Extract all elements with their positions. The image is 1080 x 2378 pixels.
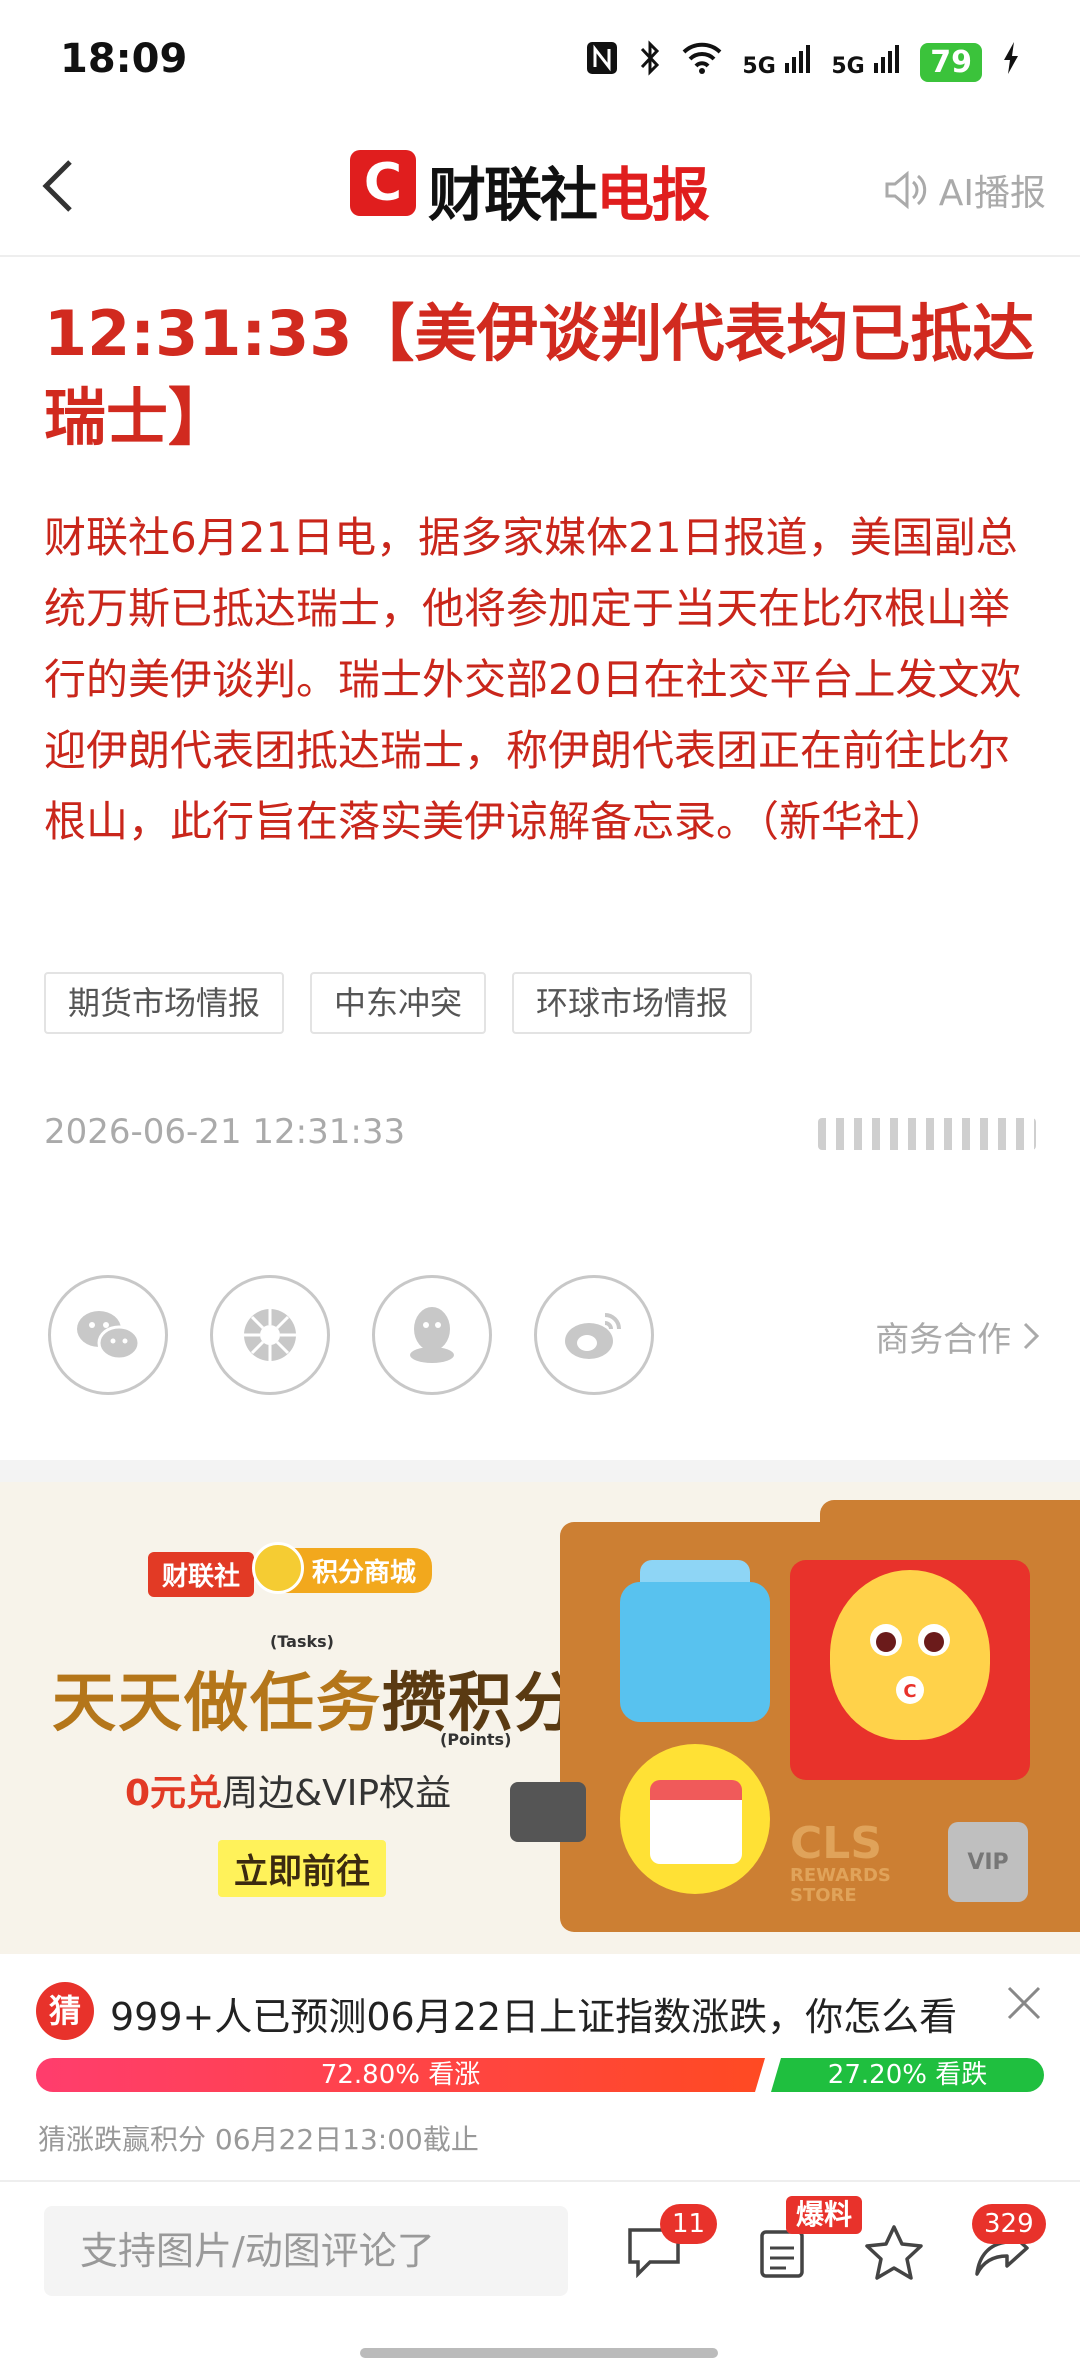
share-row: [48, 1275, 654, 1395]
share-qq-button[interactable]: [372, 1275, 492, 1395]
share-count-badge: 329: [972, 2204, 1046, 2244]
nfc-icon: [586, 41, 618, 83]
coin-icon: [252, 1542, 304, 1594]
ai-broadcast-button[interactable]: AI播报: [883, 164, 1046, 216]
close-icon: [1007, 1986, 1041, 2020]
banner-cta-button[interactable]: 立即前往: [218, 1840, 386, 1897]
tag-item[interactable]: 环球市场情报: [512, 972, 753, 1034]
status-icons: 5G 5G 79: [586, 40, 1020, 84]
banner-tasks-en: (Tasks): [270, 1632, 334, 1651]
rewards-store-text: REWARDS STORE: [790, 1865, 891, 1906]
tag-item[interactable]: 期货市场情报: [44, 972, 285, 1034]
read-count-placeholder: [818, 1118, 1036, 1150]
status-time: 18:09: [60, 36, 188, 82]
bluetooth-icon: [638, 40, 662, 84]
ai-broadcast-label: AI播报: [938, 173, 1046, 214]
share-wechat-button[interactable]: [48, 1275, 168, 1395]
home-indicator: [360, 2348, 718, 2358]
logo-mark: C: [350, 150, 416, 216]
guess-badge: 猜: [36, 1982, 94, 2040]
vote-down-bar[interactable]: 27.20% 看跌: [771, 2058, 1044, 2092]
share-moments-button[interactable]: [210, 1275, 330, 1395]
share-weibo-button[interactable]: [534, 1275, 654, 1395]
moments-icon: [244, 1309, 296, 1361]
banner-subtitle: 0元兑周边&VIP权益: [125, 1773, 452, 1814]
app-header: C 财联社电报 AI播报: [0, 120, 1080, 257]
article-datetime: 2026-06-21 12:31:33: [44, 1112, 406, 1152]
tag-item[interactable]: 中东冲突: [310, 972, 487, 1034]
prediction-question[interactable]: 999+人已预测06月22日上证指数涨跌，你怎么看: [110, 1986, 957, 2041]
comment-input[interactable]: 支持图片/动图评论了: [44, 2206, 568, 2296]
points-mall-banner[interactable]: 财联社 积分商城 (Tasks) 天天做任务攒积分 (Points) 0元兑周边…: [0, 1482, 1080, 1954]
battery-badge: 79: [920, 42, 982, 82]
section-divider: [0, 1460, 1080, 1482]
charging-icon: [1002, 42, 1020, 82]
tag-list: 期货市场情报 中东冲突 环球市场情报: [44, 972, 753, 1034]
signal-icon: 5G: [742, 43, 811, 81]
binder-clip-icon: [510, 1782, 586, 1842]
close-button[interactable]: [1006, 1978, 1042, 2032]
calendar-icon: [650, 1780, 742, 1864]
weibo-icon: [565, 1313, 621, 1359]
gift-bag-icon: [620, 1582, 770, 1722]
cat-badge-text: C: [903, 1681, 916, 1702]
cat-mascot-icon: C: [830, 1570, 990, 1740]
bottom-bar: 支持图片/动图评论了 11 爆料 329: [0, 2180, 1080, 2378]
cls-logo-text: CLS: [790, 1818, 883, 1869]
vip-badge: VIP: [948, 1822, 1028, 1902]
wifi-icon: [682, 42, 722, 82]
vote-up-bar[interactable]: 72.80% 看涨: [36, 2058, 765, 2092]
logo-text: 财联社电报: [428, 161, 710, 229]
chevron-right-icon: [1023, 1322, 1040, 1350]
back-button[interactable]: [40, 158, 74, 224]
favorite-button[interactable]: [864, 2222, 924, 2282]
speaker-icon: [885, 170, 926, 210]
signal-icon-2: 5G: [831, 43, 900, 81]
banner-brand-label: 财联社: [148, 1552, 255, 1597]
qq-icon: [410, 1307, 454, 1363]
comment-count-badge: 11: [660, 2204, 718, 2244]
wechat-icon: [77, 1311, 141, 1361]
star-icon: [865, 2225, 923, 2280]
article-body: 财联社6月21日电，据多家媒体21日报道，美国副总统万斯已抵达瑞士，他将参加定于…: [44, 513, 1022, 846]
baoliao-badge: 爆料: [786, 2196, 863, 2234]
article-title: 12:31:33【美伊谈判代表均已抵达瑞士】: [44, 297, 1035, 454]
business-cooperation-link[interactable]: 商务合作: [875, 1312, 1040, 1361]
status-bar: 18:09 5G 5G 79: [0, 0, 1080, 120]
banner-points-en: (Points): [440, 1730, 512, 1749]
chevron-left-icon: [42, 160, 72, 212]
prediction-note: 猜涨跌赢积分 06月22日13:00截止: [38, 2123, 479, 2156]
